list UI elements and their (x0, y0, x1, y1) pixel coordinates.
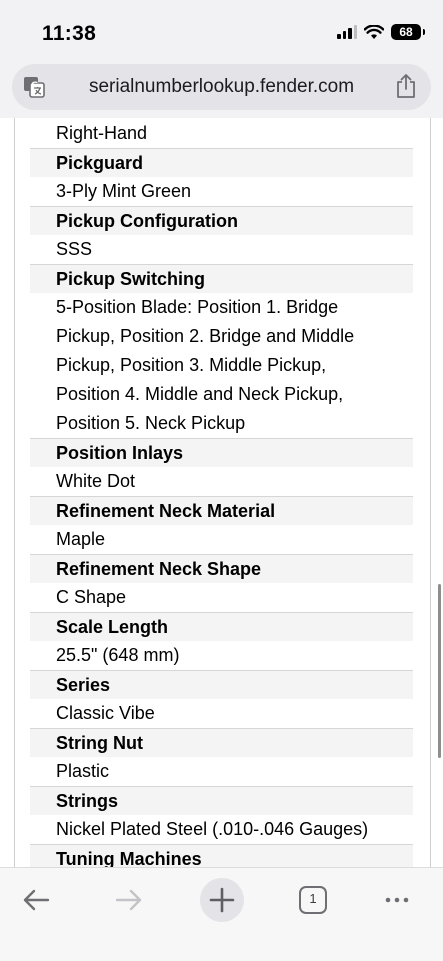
spec-value-line: Position 4. Middle and Neck Pickup, (56, 384, 344, 404)
spec-label: String Nut (30, 728, 413, 757)
browser-bottom-bar: 1 (0, 867, 443, 961)
more-icon[interactable] (375, 878, 419, 922)
spec-value-line: 5-Position Blade: Position 1. Bridge (56, 297, 339, 317)
cellular-signal-icon (337, 25, 357, 39)
spec-value: Right-Hand (30, 118, 413, 148)
spec-label: Pickup Switching (30, 264, 413, 293)
status-time: 11:38 (42, 22, 97, 45)
spec-table: Right-Hand Pickguard 3-Ply Mint Green Pi… (30, 118, 413, 867)
battery-icon: 68 (391, 24, 425, 40)
spec-label: Refinement Neck Material (30, 496, 413, 525)
spec-value: Nickel Plated Steel (.010-.046 Gauges) (30, 815, 413, 844)
status-icons: 68 (337, 24, 425, 40)
wifi-icon (364, 24, 384, 39)
spec-label: Position Inlays (30, 438, 413, 467)
new-tab-button[interactable] (200, 878, 244, 922)
spec-label: Scale Length (30, 612, 413, 641)
spec-label: Pickguard (30, 148, 413, 177)
scrollbar-thumb[interactable] (438, 584, 441, 758)
spec-label: Pickup Configuration (30, 206, 413, 235)
spec-value: SSS (30, 235, 413, 264)
url-text[interactable]: serialnumberlookup.fender.com (12, 76, 431, 98)
spec-label: Series (30, 670, 413, 699)
spec-value: Classic Vibe (30, 699, 413, 728)
spec-value-multiline: 5-Position Blade: Position 1. Bridge Pic… (30, 293, 413, 438)
spec-value-line: Position 5. Neck Pickup (56, 413, 246, 433)
spec-value-line: Pickup, Position 2. Bridge and Middle (56, 326, 355, 346)
back-arrow-icon[interactable] (15, 878, 59, 922)
spec-value: Maple (30, 525, 413, 554)
spec-label: Refinement Neck Shape (30, 554, 413, 583)
spec-value: Plastic (30, 757, 413, 786)
status-bar: 11:38 68 (0, 0, 443, 62)
web-content[interactable]: Right-Hand Pickguard 3-Ply Mint Green Pi… (0, 118, 443, 867)
spec-value: 25.5" (648 mm) (30, 641, 413, 670)
spec-value: White Dot (30, 467, 413, 496)
spec-value: C Shape (30, 583, 413, 612)
share-icon[interactable] (395, 73, 417, 99)
spec-label: Strings (30, 786, 413, 815)
tabs-button[interactable]: 1 (291, 878, 335, 922)
address-bar[interactable]: G serialnumberlookup.fender.com (12, 64, 431, 110)
spec-value-line: Pickup, Position 3. Middle Pickup, (56, 355, 327, 375)
tab-count: 1 (309, 891, 317, 906)
browser-toolbar: G serialnumberlookup.fender.com (0, 62, 443, 118)
spec-label: Tuning Machines (30, 844, 413, 867)
plus-icon (209, 887, 235, 913)
forward-arrow-icon[interactable] (106, 878, 150, 922)
spec-value: 3-Ply Mint Green (30, 177, 413, 206)
